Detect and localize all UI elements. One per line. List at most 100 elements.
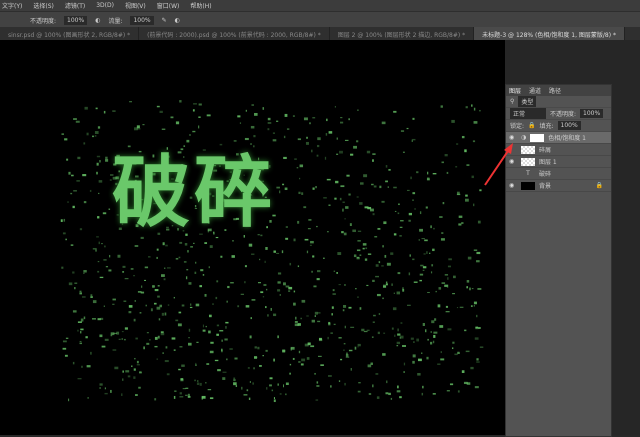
particle (314, 372, 316, 375)
tab-doc-active[interactable]: 未标题-3 @ 128% (色相/饱和度 1, 图层蒙版/8) * (474, 27, 626, 40)
particle (438, 287, 442, 290)
particle (299, 164, 304, 168)
particle (294, 320, 298, 323)
particle (449, 383, 454, 386)
particle (72, 361, 75, 365)
particle (383, 221, 387, 225)
particle (233, 379, 236, 382)
tab-doc-2[interactable]: (前景代码 : 2000).psd @ 100% (前景代码 : 2000, R… (139, 27, 330, 40)
menu-window[interactable]: 窗口(W) (157, 1, 180, 10)
particle (309, 244, 312, 247)
particle (473, 301, 477, 305)
layer-opacity-input[interactable]: 100% (580, 109, 604, 118)
particle (160, 332, 165, 336)
tab-paths[interactable]: 路径 (549, 86, 561, 95)
particle (277, 272, 282, 275)
particle (362, 247, 365, 250)
filter-select[interactable]: 类型 (518, 96, 537, 107)
particle (344, 218, 346, 220)
pressure-icon[interactable]: ◐ (95, 17, 100, 24)
layer-1[interactable]: ◉ 图层 1 (506, 156, 611, 168)
particle (353, 145, 357, 149)
particle (262, 296, 265, 298)
particle (98, 180, 103, 183)
particle (396, 390, 401, 393)
particle (325, 133, 328, 136)
particle (208, 314, 212, 318)
menu-help[interactable]: 帮助(H) (190, 1, 211, 10)
particle (72, 271, 75, 274)
particle (189, 306, 193, 309)
layer-hue-saturation[interactable]: ◉ ◑ 色相/饱和度 1 (506, 132, 611, 144)
particle (453, 275, 456, 279)
menu-select[interactable]: 选择(S) (33, 1, 54, 10)
particle (300, 317, 302, 320)
particle (112, 110, 116, 112)
canvas[interactable]: 破碎 (0, 40, 505, 435)
opacity-label: 不透明度: (550, 111, 577, 118)
particle (233, 377, 236, 380)
particle (387, 186, 389, 188)
particle (396, 345, 399, 347)
particle (433, 227, 435, 230)
particle (128, 305, 133, 308)
menu-3d[interactable]: 3D(D) (96, 2, 114, 9)
particle (382, 297, 384, 300)
layer-text[interactable]: T 破碎 (506, 168, 611, 180)
particle (207, 389, 212, 391)
particle (477, 220, 481, 224)
particle (62, 232, 66, 235)
particle (424, 239, 428, 242)
layer-name: 破碎 (539, 171, 552, 178)
particle (282, 183, 285, 186)
menu-filter[interactable]: 滤镜(T) (65, 1, 85, 10)
particle (471, 104, 473, 107)
particle (397, 272, 401, 275)
particle (432, 248, 435, 252)
particle (85, 336, 88, 339)
particle (371, 183, 374, 186)
particle (216, 324, 220, 327)
particle (289, 372, 291, 375)
blend-mode-select[interactable]: 正常 (510, 108, 546, 119)
particle (212, 303, 214, 305)
tab-doc-1[interactable]: sinsr.psd @ 100% (图画形状 2, RGB/8#) * (0, 27, 140, 40)
tab-doc-3[interactable]: 图层 2 @ 100% (图层形状 2 描边, RGB/8#) * (330, 27, 475, 40)
layer-name: 图层 1 (539, 159, 557, 166)
pressure-size-icon[interactable]: ◐ (175, 17, 180, 24)
menu-type[interactable]: 文字(Y) (2, 1, 22, 10)
particle (72, 205, 75, 209)
particle (297, 323, 301, 326)
particle (421, 238, 425, 240)
particle (77, 329, 79, 332)
particle (281, 250, 284, 254)
particle (288, 290, 291, 292)
opacity-input[interactable]: 100% (64, 15, 88, 25)
tab-layers[interactable]: 图层 (509, 86, 521, 95)
particle (209, 245, 213, 248)
particle (146, 342, 150, 345)
particle (166, 373, 170, 376)
particle (170, 116, 174, 119)
particle (80, 331, 82, 334)
particle (400, 130, 405, 132)
tab-channels[interactable]: 通道 (529, 86, 541, 95)
particle (74, 282, 78, 284)
fill-input[interactable]: 100% (557, 121, 581, 130)
lock-icon[interactable]: 🔒 (528, 122, 535, 129)
particle (393, 110, 397, 113)
particle (316, 154, 319, 157)
particle (81, 365, 83, 368)
particle (161, 312, 164, 316)
menu-view[interactable]: 视图(V) (125, 1, 146, 10)
particle (344, 382, 346, 386)
particle (382, 353, 386, 356)
particle (445, 305, 449, 308)
particle (340, 185, 345, 188)
airbrush-icon[interactable]: ✎ (162, 17, 167, 24)
particle (448, 258, 452, 261)
flow-input[interactable]: 100% (130, 15, 154, 25)
particle (314, 311, 318, 315)
layer-background[interactable]: ◉ 背景 🔒 (506, 180, 611, 192)
layer-fragments[interactable]: 碎屑 (506, 144, 611, 156)
